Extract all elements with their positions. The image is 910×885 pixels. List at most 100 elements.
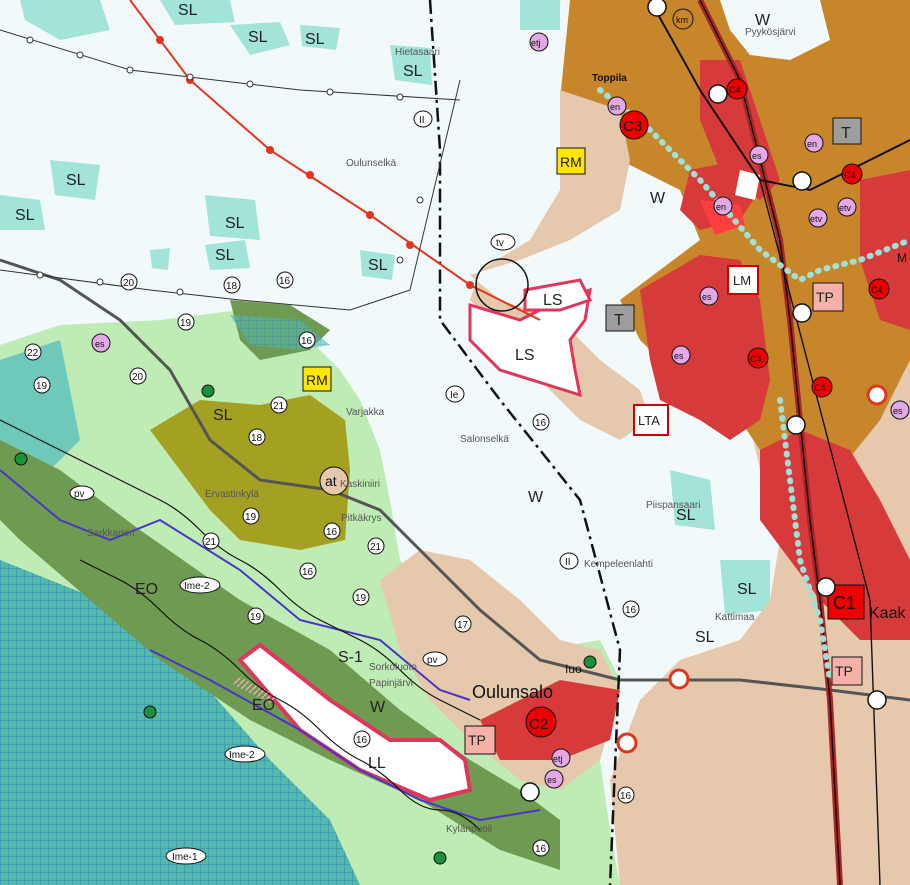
svg-text:16: 16 [535, 418, 547, 429]
place-iuo: Iuo [565, 662, 582, 676]
svg-text:SL: SL [178, 2, 198, 19]
place-oulunsalo: Oulunsalo [472, 682, 553, 702]
svg-text:C2: C2 [529, 716, 548, 733]
svg-text:es: es [702, 292, 712, 302]
svg-text:21: 21 [370, 542, 382, 553]
svg-text:km: km [676, 15, 688, 25]
svg-text:SL: SL [248, 29, 268, 46]
svg-text:19: 19 [36, 381, 48, 392]
svg-text:C4: C4 [844, 170, 856, 180]
svg-text:EO: EO [135, 581, 158, 598]
svg-text:Ime-2: Ime-2 [229, 750, 255, 761]
svg-text:Papinjärvi: Papinjärvi [369, 678, 413, 689]
svg-text:Sorkoluoto: Sorkoluoto [369, 662, 417, 673]
svg-text:16: 16 [620, 791, 632, 802]
svg-text:EO: EO [252, 697, 275, 714]
svg-text:18: 18 [226, 281, 238, 292]
svg-text:17: 17 [457, 620, 469, 631]
svg-text:etv: etv [810, 214, 823, 224]
svg-text:LS: LS [515, 347, 535, 364]
svg-text:TP: TP [835, 663, 853, 679]
svg-text:C3: C3 [623, 118, 642, 135]
svg-text:es: es [95, 339, 105, 349]
svg-text:RM: RM [306, 372, 328, 388]
svg-text:C4: C4 [750, 354, 762, 364]
svg-text:II: II [419, 115, 425, 126]
svg-text:19: 19 [355, 593, 367, 604]
svg-text:16: 16 [356, 735, 368, 746]
svg-text:19: 19 [180, 318, 192, 329]
svg-text:16: 16 [625, 605, 637, 616]
svg-text:etj: etj [531, 38, 541, 48]
svg-text:SL: SL [66, 172, 86, 189]
svg-text:C4: C4 [814, 383, 826, 393]
svg-text:LL: LL [368, 755, 386, 772]
svg-text:W: W [528, 489, 544, 506]
svg-text:es: es [752, 151, 762, 161]
svg-text:II: II [565, 557, 571, 568]
svg-text:TP: TP [468, 732, 486, 748]
svg-text:C1: C1 [833, 593, 856, 613]
svg-text:Oulunselkä: Oulunselkä [346, 158, 396, 169]
svg-text:21: 21 [205, 537, 217, 548]
svg-text:Piispansaari: Piispansaari [646, 500, 700, 511]
svg-text:pv: pv [74, 489, 85, 500]
svg-text:Kaskiniiri: Kaskiniiri [340, 479, 380, 490]
svg-text:Kattimaa: Kattimaa [715, 612, 755, 623]
svg-text:C4: C4 [871, 285, 883, 295]
svg-text:RM: RM [560, 154, 582, 170]
svg-text:21: 21 [273, 401, 285, 412]
svg-text:Kempeleenlahti: Kempeleenlahti [584, 559, 653, 570]
svg-text:TP: TP [816, 289, 834, 305]
svg-text:16: 16 [302, 567, 314, 578]
svg-text:18: 18 [251, 433, 263, 444]
svg-text:C4: C4 [729, 85, 741, 95]
svg-text:SL: SL [225, 215, 245, 232]
svg-text:Ime-2: Ime-2 [184, 581, 210, 592]
svg-text:Pyykösjärvi: Pyykösjärvi [745, 27, 796, 38]
svg-text:es: es [893, 406, 903, 416]
svg-text:16: 16 [279, 276, 291, 287]
svg-text:SL: SL [737, 581, 757, 598]
svg-text:SL: SL [215, 247, 235, 264]
svg-text:at: at [325, 473, 337, 489]
svg-text:16: 16 [326, 527, 338, 538]
svg-text:Sarkkanen: Sarkkanen [87, 528, 135, 539]
svg-text:LS: LS [543, 292, 563, 309]
svg-text:en: en [610, 102, 620, 112]
svg-text:Pitkäkrys: Pitkäkrys [341, 513, 382, 524]
svg-text:etv: etv [839, 203, 852, 213]
svg-text:es: es [674, 351, 684, 361]
svg-text:Ime-1: Ime-1 [172, 852, 198, 863]
svg-text:Ie: Ie [450, 390, 459, 401]
svg-text:16: 16 [535, 844, 547, 855]
place-kaak: Kaak [869, 605, 906, 622]
svg-text:SL: SL [305, 31, 325, 48]
svg-text:20: 20 [132, 372, 144, 383]
svg-text:etj: etj [553, 754, 563, 764]
svg-text:LM: LM [733, 273, 751, 288]
svg-text:pv: pv [427, 655, 438, 666]
svg-text:Toppila: Toppila [592, 73, 627, 84]
regional-land-use-map[interactable]: SLSL SL SLSLSL SLSLSL SLSLSL SL WWW W LSL… [0, 0, 910, 885]
svg-text:SL: SL [213, 407, 233, 424]
zone-m: M [897, 251, 907, 265]
svg-text:en: en [807, 139, 817, 149]
svg-text:en: en [716, 202, 726, 212]
svg-text:Ervastinkylä: Ervastinkylä [205, 489, 259, 500]
svg-text:SL: SL [403, 63, 423, 80]
svg-text:W: W [370, 699, 386, 716]
svg-text:22: 22 [27, 348, 39, 359]
svg-text:tv: tv [496, 238, 504, 249]
svg-text:Varjakka: Varjakka [346, 407, 385, 418]
svg-text:T: T [841, 125, 851, 142]
svg-text:W: W [650, 190, 666, 207]
svg-text:T: T [614, 312, 624, 329]
svg-text:Salonselkä: Salonselkä [460, 434, 509, 445]
svg-text:S-1: S-1 [338, 649, 363, 666]
svg-text:16: 16 [301, 336, 313, 347]
svg-text:20: 20 [123, 278, 135, 289]
svg-text:LTA: LTA [638, 413, 660, 428]
svg-text:Hietasaari: Hietasaari [395, 47, 440, 58]
svg-text:SL: SL [15, 207, 35, 224]
